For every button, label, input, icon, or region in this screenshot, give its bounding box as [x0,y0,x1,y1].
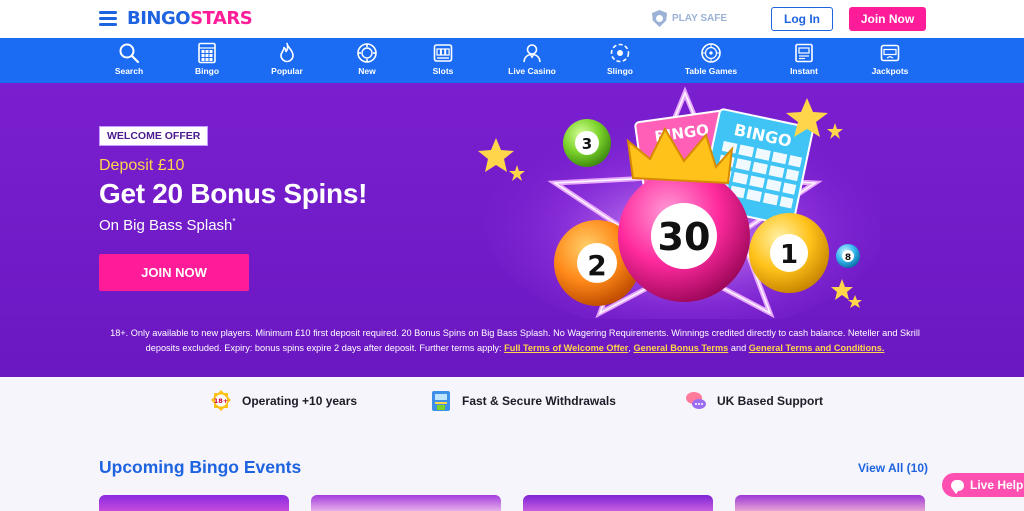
dealer-icon [523,44,541,63]
nav-item-table-games[interactable]: Table Games [676,42,746,82]
category-nav: Search Bingo Popular New Slots Live Casi… [0,38,1024,83]
terms-separator: , [628,342,631,353]
menu-icon[interactable] [99,11,117,26]
bingo-balls-artwork: BINGO BINGO 3 2 1 8 30 [478,86,880,319]
join-now-button[interactable]: Join Now [849,7,926,31]
upcoming-events-title: Upcoming Bingo Events [99,457,302,477]
offer-subline-mark: * [232,217,236,226]
ball-number: 2 [587,249,606,282]
atm-icon [432,391,450,411]
event-card[interactable] [523,495,713,511]
chat-bubbles-icon [686,392,706,409]
feature-label: Operating +10 years [242,394,358,408]
nav-label: Live Casino [508,66,556,76]
new-chip-icon [357,43,377,63]
general-bonus-terms-link[interactable]: General Bonus Terms [633,343,728,353]
age-18-badge-icon: 18+ [211,390,231,411]
ball-number: 30 [658,215,711,259]
ball-30: 30 [618,170,750,302]
play-safe-link[interactable]: PLAY SAFE [652,10,727,27]
feature-label: UK Based Support [717,394,824,408]
ball-number: 8 [845,253,851,263]
ball-number: 1 [780,240,798,270]
nav-item-instant[interactable]: Instant [769,42,839,82]
shield-icon [652,10,667,27]
full-terms-link[interactable]: Full Terms of Welcome Offer [504,343,628,353]
nav-item-search[interactable]: Search [94,42,164,82]
event-card[interactable] [99,495,289,511]
offer-subline-text: On Big Bass Splash [99,217,233,234]
site-header: BINGOSTARS PLAY SAFE Log In Join Now [0,0,1024,38]
bingo-card-icon [198,42,216,64]
feature-uk-support: UK Based Support [684,389,823,413]
offer-subline: On Big Bass Splash* [99,217,236,234]
nav-label: Slingo [607,66,633,76]
ball-8: 8 [836,244,860,268]
logo-part-2: STARS [190,8,253,29]
logo-part-1: BINGO [127,8,191,29]
offer-headline: Get 20 Bonus Spins! [99,178,368,209]
nav-label: Table Games [684,66,738,76]
ball-3: 3 [563,119,611,167]
nav-label: Popular [271,66,303,76]
nav-item-jackpots[interactable]: Jackpots [855,42,925,82]
login-button[interactable]: Log In [771,7,833,31]
feature-withdrawals: Fast & Secure Withdrawals [429,389,616,413]
hero-join-now-button[interactable]: JOIN NOW [99,254,249,291]
instant-icon [795,43,813,63]
welcome-offer-banner: WELCOME OFFER Deposit £10 Get 20 Bonus S… [0,83,1024,377]
feature-label: Fast & Secure Withdrawals [462,394,616,408]
ball-number: 3 [582,135,592,153]
site-logo[interactable]: BINGOSTARS [127,8,253,29]
flame-icon [280,42,294,63]
jackpot-icon [880,44,900,62]
play-safe-label: PLAY SAFE [672,13,728,24]
nav-label: Search [114,66,144,76]
nav-item-live-casino[interactable]: Live Casino [497,42,567,82]
nav-label: Bingo [194,66,220,76]
nav-label: Instant [790,66,818,76]
event-card[interactable] [735,495,925,511]
chat-icon [951,479,964,494]
svg-text:18+: 18+ [214,397,229,405]
general-terms-link[interactable]: General Terms and Conditions. [749,343,885,353]
slot-machine-icon [433,44,453,62]
search-icon [119,43,140,64]
trust-features: 18+ Operating +10 years Fast & Secure Wi… [0,377,1024,427]
live-help-button[interactable]: Live Help [942,473,1024,497]
offer-terms: 18+. Only available to new players. Mini… [100,326,930,355]
offer-deposit-text: Deposit £10 [99,157,185,174]
nav-item-slingo[interactable]: Slingo [585,42,655,82]
nav-label: New [358,66,376,76]
nav-item-new[interactable]: New [332,42,402,82]
nav-label: Jackpots [871,66,909,76]
roulette-icon [701,43,721,63]
slingo-icon [610,43,630,63]
nav-item-bingo[interactable]: Bingo [172,42,242,82]
view-all-events-link[interactable]: View All (10) [858,461,928,475]
welcome-offer-badge: WELCOME OFFER [99,126,209,146]
terms-and: and [730,342,747,353]
nav-item-slots[interactable]: Slots [408,42,478,82]
feature-operating-years: 18+ Operating +10 years [209,389,357,413]
ball-1: 1 [749,213,829,293]
nav-label: Slots [432,66,454,76]
event-card[interactable] [311,495,501,511]
nav-item-popular[interactable]: Popular [252,42,322,82]
live-help-label: Live Help [970,478,1024,492]
